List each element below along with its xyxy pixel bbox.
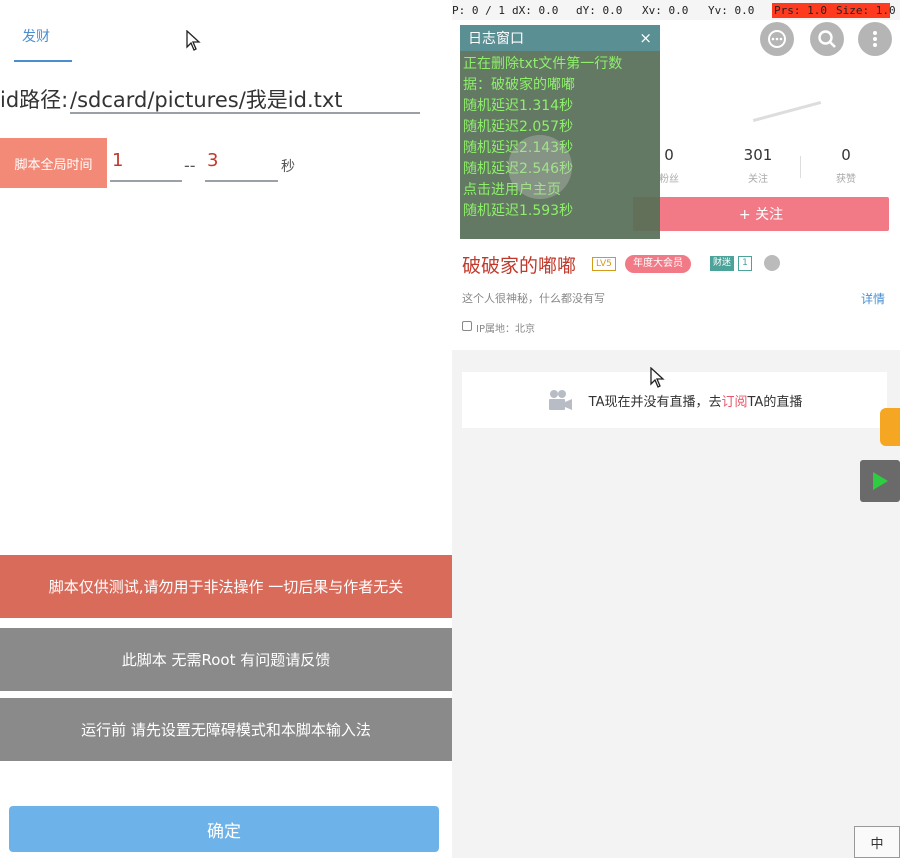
log-window-title: 日志窗口 <box>468 31 524 47</box>
floating-side-tab[interactable] <box>880 408 900 446</box>
fan-medal-level: 1 <box>738 256 752 271</box>
stat-likes-count: 0 <box>841 146 851 164</box>
user-bio: 这个人很神秘，什么都没有写 <box>462 292 605 305</box>
id-path-label: id路径: <box>0 88 69 112</box>
input-method-indicator[interactable]: 中 <box>854 826 900 858</box>
max-delay-input[interactable]: 3 <box>205 150 278 182</box>
setup-notice: 运行前 请先设置无障碍模式和本脚本输入法 <box>0 698 452 761</box>
pointer-yv: Yv: 0.0 <box>708 4 755 17</box>
location-icon <box>462 321 472 331</box>
stat-divider <box>800 156 801 178</box>
tab-facai[interactable]: 发财 <box>22 26 50 46</box>
stat-following[interactable]: 301 关注 <box>718 146 798 185</box>
camera-icon <box>548 390 572 410</box>
live-status-text: TA现在并没有直播，去 <box>588 394 722 410</box>
range-separator: -- <box>184 156 196 175</box>
stat-following-label: 关注 <box>748 174 768 185</box>
vip-badge[interactable]: 年度大会员 <box>625 255 691 273</box>
stat-following-count: 301 <box>743 146 773 164</box>
script-config-panel: 发财 id路径: /sdcard/pictures/我是id.txt 脚本全局时… <box>0 0 452 858</box>
log-window-header[interactable]: 日志窗口 × <box>460 25 660 51</box>
log-lines: 正在删除txt文件第一行数 据：破破家的嘟嘟 随机延迟1.314秒 随机延迟2.… <box>460 51 660 222</box>
stat-likes-label: 获赞 <box>836 174 856 185</box>
follow-button[interactable]: + 关注 <box>633 197 889 231</box>
more-vertical-icon[interactable] <box>858 22 892 56</box>
tab-indicator <box>14 60 72 62</box>
no-root-notice: 此脚本 无需Root 有问题请反馈 <box>0 628 452 691</box>
pointer-location-bar: P: 0 / 1 dX: 0.0 dY: 0.0 Xv: 0.0 Yv: 0.0… <box>452 0 900 20</box>
play-icon[interactable] <box>860 460 900 502</box>
stat-likes[interactable]: 0 获赞 <box>806 146 886 185</box>
mouse-pointer-icon <box>186 30 201 51</box>
log-line: 随机延迟2.057秒 <box>463 119 574 135</box>
user-nickname: 破破家的嘟嘟 <box>462 255 577 277</box>
detail-link[interactable]: 详情 <box>861 290 885 307</box>
log-line: 据：破破家的嘟嘟 <box>463 77 575 93</box>
log-line: 随机延迟1.593秒 <box>463 203 574 219</box>
search-icon[interactable] <box>810 22 844 56</box>
user-avatar <box>508 135 572 199</box>
fan-medal-badge[interactable]: 财迷 <box>710 256 735 271</box>
pointer-xv: Xv: 0.0 <box>642 4 689 17</box>
disclaimer-notice: 脚本仅供测试,请勿用于非法操作 一切后果与作者无关 <box>0 555 452 618</box>
live-status-suffix: TA的直播 <box>747 394 803 410</box>
subscribe-live-link[interactable]: 订阅 <box>721 391 747 410</box>
log-line: 正在删除txt文件第一行数 <box>463 56 623 72</box>
ip-location: IP属地：北京 <box>476 324 535 335</box>
chat-bubble-icon[interactable] <box>760 22 794 56</box>
mouse-pointer-icon <box>650 367 665 388</box>
pointer-dx: dX: 0.0 <box>512 4 559 17</box>
medal-icon <box>764 255 780 271</box>
log-window[interactable]: 日志窗口 × 正在删除txt文件第一行数 据：破破家的嘟嘟 随机延迟1.314秒… <box>460 25 660 239</box>
pressure-size-box: Prs: 1.0 Size: 1.0 <box>772 3 896 18</box>
global-time-label: 脚本全局时间 <box>0 138 107 188</box>
pointer-dy: dY: 0.0 <box>576 4 623 17</box>
seconds-unit: 秒 <box>281 159 295 175</box>
min-delay-input[interactable]: 1 <box>110 150 182 182</box>
pointer-pressure: Prs: 1.0 <box>774 4 827 17</box>
id-path-input[interactable]: /sdcard/pictures/我是id.txt <box>70 84 420 114</box>
pointer-size: Size: 1.0 <box>836 4 896 17</box>
live-status-card: TA现在并没有直播，去 订阅 TA的直播 <box>462 372 887 428</box>
confirm-button[interactable]: 确定 <box>9 806 439 852</box>
level-badge: LV5 <box>592 257 616 271</box>
user-profile-screen: P: 0 / 1 dX: 0.0 dY: 0.0 Xv: 0.0 Yv: 0.0… <box>452 0 900 858</box>
close-icon[interactable]: × <box>639 29 652 47</box>
pointer-count: P: 0 / 1 <box>452 4 505 17</box>
log-line: 随机延迟1.314秒 <box>463 98 574 114</box>
